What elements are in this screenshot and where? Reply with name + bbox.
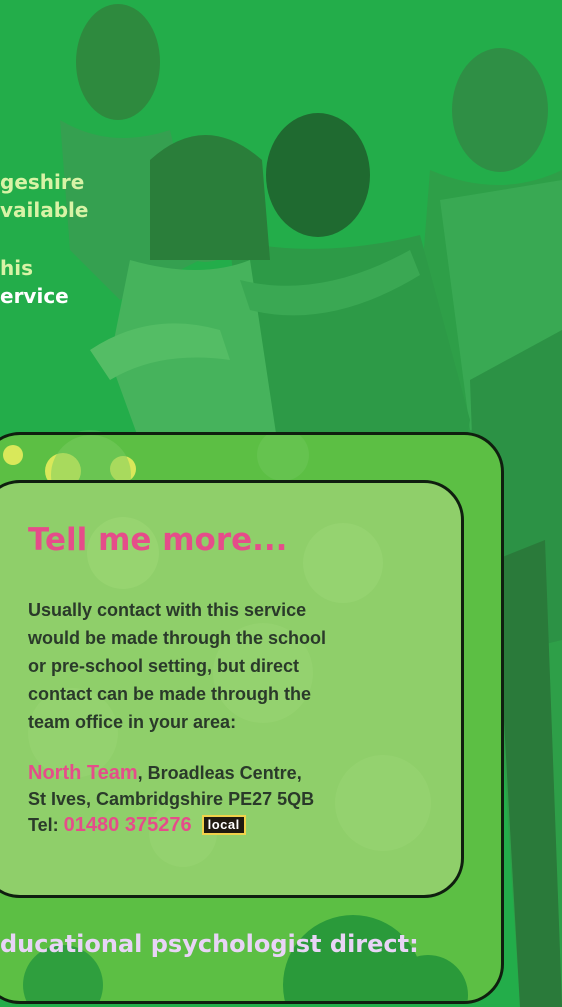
body-line: contact can be made through the [28, 684, 312, 704]
contact-block: North Team, Broadleas Centre, St Ives, C… [28, 760, 314, 838]
body-line: team office in your area: [28, 712, 237, 732]
hero-line-1: geshire [0, 170, 85, 194]
body-line: would be made through the school [28, 628, 327, 648]
address-line-1: , Broadleas Centre, [137, 763, 302, 783]
contact-line-1: North Team, Broadleas Centre, [28, 760, 314, 786]
local-badge: local [201, 815, 246, 835]
card-body: Usually contact with this service would … [28, 596, 448, 736]
hero-line-3: his [0, 256, 33, 280]
tel-label: Tel: [28, 815, 64, 835]
hero-line-4: ervice [0, 284, 69, 308]
hero-text: geshire vailable his ervice [0, 168, 88, 310]
team-name: North Team [28, 762, 138, 784]
footer-heading: ducational psychologist direct: [0, 930, 419, 958]
card-title: Tell me more... [28, 522, 288, 558]
body-line: or pre-school setting, but direct [28, 656, 300, 676]
tel-number[interactable]: 01480 375276 [64, 814, 192, 836]
hero-line-2: vailable [0, 198, 89, 222]
tel-line: Tel: 01480 375276 local [28, 812, 314, 838]
address-line-2: St Ives, Cambridgshire PE27 5QB [28, 789, 315, 809]
body-line: Usually contact with this service [28, 600, 307, 620]
